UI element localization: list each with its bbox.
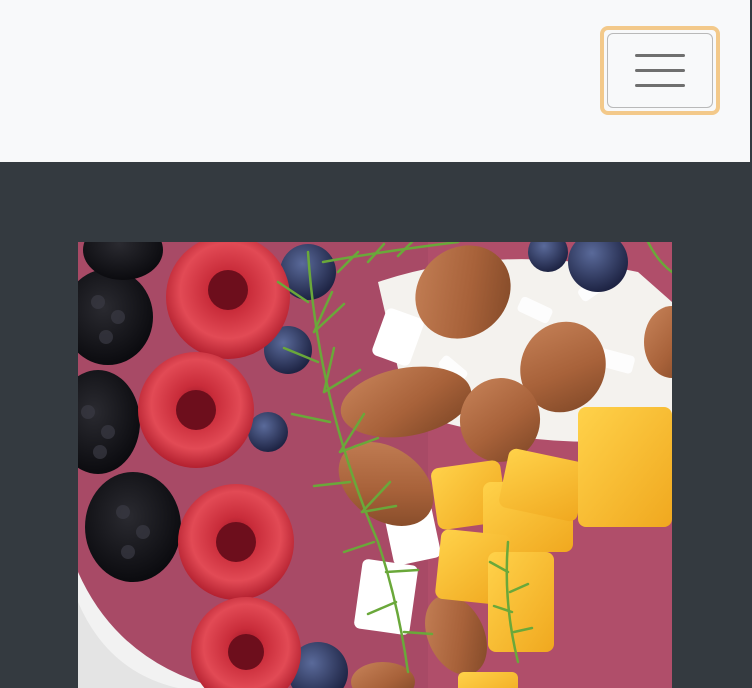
fruit-bowl-illustration xyxy=(78,242,672,688)
navbar xyxy=(0,0,750,162)
navbar-toggle-button[interactable] xyxy=(600,26,720,115)
fruit-bowl-photo xyxy=(78,242,672,688)
page xyxy=(0,0,752,688)
hamburger-menu-icon xyxy=(635,53,685,87)
navbar-toggle-border xyxy=(607,33,713,108)
